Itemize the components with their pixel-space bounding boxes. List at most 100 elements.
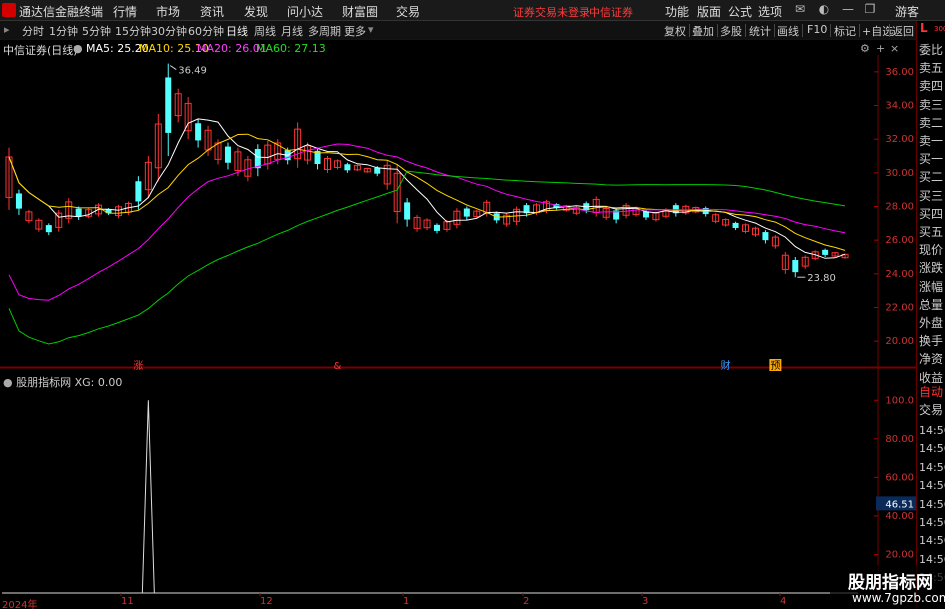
tab-30min[interactable]: 30分钟 <box>151 23 187 39</box>
divider <box>745 24 746 37</box>
chart-labels: 36.00 34.00 32.00 30.00 28.00 26.00 24.00 22.00… <box>133 65 914 372</box>
ma-lines <box>8 118 846 345</box>
xg-spike <box>141 400 155 594</box>
tab-fenshi[interactable]: 分时 <box>22 23 44 39</box>
guest-user[interactable]: 游客 <box>895 3 919 20</box>
chart-grid <box>0 55 916 596</box>
divider <box>774 24 775 37</box>
menu-banmian[interactable]: 版面 <box>697 3 721 20</box>
panel-top-code: 300 <box>934 25 945 33</box>
tab-more[interactable]: 更多 <box>344 23 366 39</box>
quote-field-label: 买四 <box>919 206 944 221</box>
divider <box>689 24 690 37</box>
btn-fuquan[interactable]: 复权 <box>664 23 686 39</box>
trade-login-status[interactable]: 证券交易未登录 <box>513 4 590 20</box>
ma10-line <box>8 133 846 251</box>
tab-60min[interactable]: 60分钟 <box>188 23 224 39</box>
divider <box>717 24 718 37</box>
btn-huaxian[interactable]: 画线 <box>777 23 799 39</box>
candle-body <box>792 260 799 273</box>
close-icon[interactable]: × <box>890 42 899 55</box>
settings-gear-icon[interactable]: ⚙ <box>860 42 870 55</box>
quote-field-label: 涨幅 <box>919 279 944 294</box>
y-tick-label: 24.00 <box>885 269 914 280</box>
btn-tongji[interactable]: 统计 <box>749 23 771 39</box>
toolbar-dropdown-icon[interactable]: ▸ <box>4 23 10 36</box>
tab-5min[interactable]: 5分钟 <box>82 23 111 39</box>
menu-zixun[interactable]: 资讯 <box>200 3 224 20</box>
menu-hangqing[interactable]: 行情 <box>113 3 137 20</box>
ind-tick-label: 100.0 <box>885 395 914 406</box>
tab-multi-period[interactable]: 多周期 <box>308 23 341 39</box>
tab-daily[interactable]: 日线 <box>226 23 248 39</box>
menu-xuanxiang[interactable]: 选项 <box>758 3 782 20</box>
quote-field-label: 买一 <box>919 152 944 167</box>
quote-field-label[interactable]: 自动 <box>919 383 943 400</box>
kline-chart[interactable]: 36.00 34.00 32.00 30.00 28.00 26.00 24.00 22.00… <box>0 55 916 596</box>
dropdown-icon[interactable]: ● <box>73 42 83 55</box>
quote-field-label: 涨跌 <box>919 261 944 276</box>
btn-duogu[interactable]: 多股 <box>720 23 742 39</box>
panel-top-letter: L <box>920 21 928 35</box>
divider <box>889 24 890 37</box>
event-marker: 涨 <box>133 360 143 372</box>
quote-field-label: 卖五 <box>919 61 944 76</box>
ind-current-value: 46.51 <box>885 499 914 510</box>
menu-faxian[interactable]: 发现 <box>244 3 268 20</box>
minimize-icon[interactable]: — <box>840 2 856 18</box>
quote-field-label: 买三 <box>919 188 944 203</box>
candle-body <box>15 193 22 209</box>
quote-field-label: 外盘 <box>919 316 944 330</box>
menu-jiaoyi[interactable]: 交易 <box>396 3 420 20</box>
indicator-dropdown-icon[interactable]: ● <box>3 376 13 389</box>
btn-diejia[interactable]: 叠加 <box>692 23 714 39</box>
menu-shichang[interactable]: 市场 <box>156 3 180 20</box>
menu-wenxiaoda[interactable]: 问小达 <box>287 3 323 20</box>
tab-weekly[interactable]: 周线 <box>254 23 276 39</box>
watermark-url: www.7gpzb.com <box>852 591 945 605</box>
tab-1min[interactable]: 1分钟 <box>49 23 78 39</box>
y-tick-label: 26.00 <box>885 235 914 246</box>
more-chevron-icon[interactable]: ▾ <box>368 23 374 36</box>
date-label: 12 <box>260 596 273 607</box>
quote-field-label[interactable]: 交易 <box>919 401 943 418</box>
divider <box>802 24 803 37</box>
menu-caifuquan[interactable]: 财富圈 <box>342 3 378 20</box>
quote-field-label: 卖四 <box>919 79 944 94</box>
quote-panel: 委比 卖五 卖四 卖三 卖二 卖一 买一 买二 买三 买四 买五 现价 涨跌 涨幅 总量 外盘 换手 净资 收益 自动… <box>916 21 945 609</box>
menu-gongshi[interactable]: 公式 <box>728 3 752 20</box>
y-tick-label: 34.00 <box>885 101 914 112</box>
quote-field-label: 总量 <box>919 297 944 312</box>
quote-field-label: 14:56 <box>919 442 945 456</box>
low-price-label: 23.80 <box>807 273 836 284</box>
quote-field-label: 14:56 <box>919 497 945 511</box>
quote-field-label: 14:56 <box>919 534 945 548</box>
candle-body <box>762 232 769 241</box>
candle-body <box>433 224 440 231</box>
ma60-value: MA60: 27.13 <box>256 42 326 55</box>
menu-gongneng[interactable]: 功能 <box>665 3 689 20</box>
ind-tick-label: 40.00 <box>885 511 914 522</box>
quote-field-label: 14:56 <box>919 479 945 493</box>
tab-monthly[interactable]: 月线 <box>281 23 303 39</box>
mail-icon[interactable]: ✉ <box>792 2 808 18</box>
btn-back[interactable]: 返回 <box>892 23 914 39</box>
skin-icon[interactable]: ◐ <box>816 2 832 18</box>
app-logo-icon <box>2 3 16 17</box>
broker-name: 中信证券 <box>589 6 633 19</box>
quote-field-label: 现价 <box>919 243 944 258</box>
app-name: 通达信金融终端 <box>19 5 104 19</box>
tab-15min[interactable]: 15分钟 <box>115 23 151 39</box>
event-marker: & <box>334 361 342 372</box>
indicator-name[interactable]: 股朋指标网 <box>16 376 71 389</box>
watermark-title: 股朋指标网 <box>848 573 933 593</box>
ind-tick-label: 80.00 <box>885 434 914 445</box>
candle-body <box>224 146 231 163</box>
btn-biaoji[interactable]: 标记 <box>834 23 856 39</box>
btn-f10[interactable]: F10 <box>807 23 827 36</box>
high-price-label: 36.49 <box>178 66 207 77</box>
quote-field-label: 14:56 <box>919 424 945 437</box>
divider <box>859 24 860 37</box>
maximize-icon[interactable]: ❐ <box>862 2 878 18</box>
add-icon[interactable]: + <box>876 42 885 55</box>
